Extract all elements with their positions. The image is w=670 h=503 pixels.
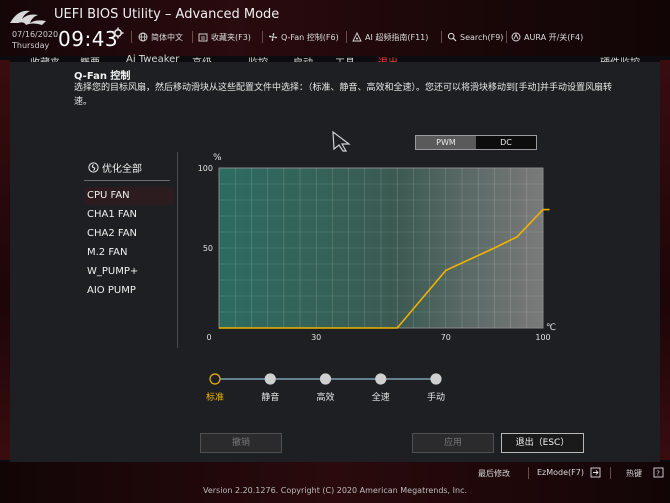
preset-knob[interactable] [375, 373, 387, 385]
optimize-all-label: 优化全部 [102, 164, 142, 175]
favorites-label: 收藏夹(F3) [211, 32, 251, 42]
fan-curve-chart[interactable]: % ℃ 50 100 0 30 70 100 [195, 148, 565, 348]
y-axis-label: % [213, 153, 222, 163]
qfan-label: Q-Fan 控制(F6) [281, 32, 339, 42]
version-text: Version 2.20.1276. Copyright (C) 2020 Am… [202, 486, 468, 495]
favorites-icon [198, 33, 208, 42]
fan-icon [269, 33, 277, 41]
rog-logo-icon [10, 10, 46, 25]
panel-title: Q-Fan 控制 [74, 71, 131, 82]
hotkeys-help-icon[interactable]: ? [653, 467, 664, 478]
preset-label[interactable]: 手动 [427, 391, 445, 403]
svg-text:?: ? [656, 470, 660, 478]
bottom-separator [610, 467, 611, 479]
date-display: 07/16/2020 [12, 30, 59, 39]
y-tick-label: 100 [198, 164, 213, 173]
preset-label[interactable]: 高效 [316, 391, 334, 403]
fan-item-m2-fan[interactable]: M.2 FAN [84, 244, 174, 262]
gear-icon[interactable] [112, 27, 124, 39]
preset-label[interactable]: 标准 [206, 391, 224, 403]
preset-knob[interactable] [319, 373, 332, 385]
aura-button[interactable]: AURA 开/关(F4) [511, 30, 583, 44]
aura-icon [511, 32, 521, 42]
x-tick-label: 100 [535, 333, 550, 342]
clock-display: 09:43 [58, 27, 119, 51]
optimize-icon [88, 162, 99, 173]
toolbar-separator [131, 31, 132, 43]
apply-button[interactable]: 应用 [412, 433, 494, 453]
x-tick-label: 30 [311, 333, 321, 342]
search-button[interactable]: Search(F9) [447, 30, 503, 44]
optimize-all-button[interactable]: 优化全部 [88, 160, 142, 175]
x-tick-label: 0 [206, 333, 211, 342]
qfan-button[interactable]: Q-Fan 控制(F6) [268, 30, 339, 44]
last-modified-button[interactable]: 最后修改 [478, 468, 510, 479]
preset-label[interactable]: 静音 [261, 391, 279, 403]
app-title: UEFI BIOS Utility – Advanced Mode [54, 7, 280, 22]
fan-item-cha2-fan[interactable]: CHA2 FAN [84, 225, 174, 243]
panel-vertical-divider [177, 152, 178, 348]
toolbar-separator [192, 31, 193, 43]
ai-oc-guide-label: AI 超频指南(F11) [365, 32, 429, 42]
fan-item-cha1-fan[interactable]: CHA1 FAN [84, 206, 174, 224]
favorites-button[interactable]: 收藏夹(F3) [198, 30, 251, 44]
exit-button[interactable]: 退出（ESC） [501, 433, 584, 453]
undo-button[interactable]: 撤销 [200, 433, 282, 453]
toolbar-separator [441, 31, 442, 43]
side-decoration-right [660, 60, 670, 460]
preset-label[interactable]: 全速 [372, 391, 390, 403]
globe-icon [138, 32, 148, 42]
exit-to-ezmode-icon[interactable] [590, 467, 601, 478]
language-button[interactable]: 简体中文 [138, 30, 183, 44]
aura-label: AURA 开/关(F4) [524, 32, 584, 42]
side-decoration-left [0, 60, 10, 460]
fan-item-aio-pump[interactable]: AIO PUMP [84, 282, 174, 300]
x-tick-label: 70 [441, 333, 451, 342]
search-label: Search(F9) [460, 32, 504, 42]
preset-slider[interactable]: 标准 静音 高效 全速 手动 [200, 368, 460, 408]
hotkeys-button[interactable]: 热键 [626, 468, 642, 479]
day-display: Thursday [12, 41, 50, 50]
search-icon [447, 32, 457, 42]
ai-icon [352, 32, 362, 42]
language-label: 简体中文 [151, 32, 183, 42]
panel-description: 选择您的目标风扇，然后移动滑块从这些配置文件中选择：（标准、静音、高效和全速）。… [74, 83, 613, 107]
preset-knob[interactable] [264, 373, 276, 385]
preset-knob[interactable] [430, 373, 442, 385]
preset-knob[interactable] [209, 373, 221, 385]
fan-item-w-pump[interactable]: W_PUMP+ [84, 263, 174, 281]
fan-list-divider [84, 180, 170, 181]
toolbar-separator [262, 31, 263, 43]
x-axis-label: ℃ [546, 323, 556, 333]
y-tick-label: 50 [203, 244, 213, 253]
toolbar-separator [346, 31, 347, 43]
ai-oc-guide-button[interactable]: AI 超频指南(F11) [352, 30, 428, 44]
bottom-separator [528, 467, 529, 479]
fan-item-cpu-fan[interactable]: CPU FAN [84, 187, 174, 205]
toolbar-separator [506, 31, 507, 43]
ezmode-button[interactable]: EzMode(F7) [537, 468, 584, 477]
